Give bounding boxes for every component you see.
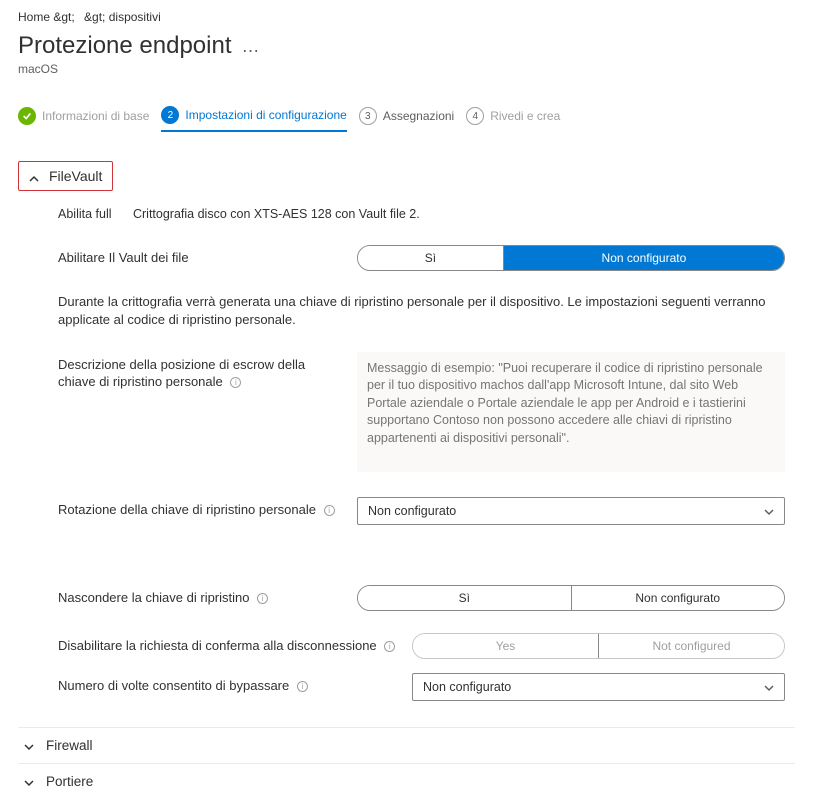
wizard-step-label: Assegnazioni: [383, 109, 454, 123]
disable-prompt-not-configured: Not configured: [598, 634, 784, 658]
section-title: FileVault: [49, 168, 102, 184]
wizard-steps: Informazioni di base 2 Impostazioni di c…: [18, 106, 795, 133]
wizard-step-label: Rivedi e crea: [490, 109, 560, 123]
section-toggle-firewall[interactable]: Firewall: [18, 727, 795, 763]
info-icon[interactable]: i: [324, 505, 335, 516]
step-number-icon: 2: [161, 106, 179, 124]
breadcrumb-devices[interactable]: &gt; dispositivi: [84, 10, 161, 24]
section-toggle-filevault[interactable]: FileVault: [18, 161, 113, 191]
check-icon: [18, 107, 36, 125]
chevron-down-icon: [764, 506, 774, 516]
breadcrumb-home[interactable]: Home &gt;: [18, 10, 75, 24]
bypass-dropdown[interactable]: Non configurato: [412, 673, 785, 701]
wizard-step-basics[interactable]: Informazioni di base: [18, 107, 149, 131]
page-subtitle: macOS: [18, 62, 795, 76]
bypass-label: Numero di volte consentito di bypassare …: [58, 673, 398, 695]
bypass-value: Non configurato: [423, 680, 511, 694]
enable-filevault-toggle[interactable]: Sì Non configurato: [357, 245, 785, 271]
rotation-dropdown[interactable]: Non configurato: [357, 497, 785, 525]
chevron-up-icon: [29, 171, 39, 181]
enable-filevault-yes[interactable]: Sì: [358, 246, 503, 270]
wizard-step-label: Impostazioni di configurazione: [185, 108, 346, 122]
breadcrumb: Home &gt; &gt; dispositivi: [18, 10, 795, 24]
chevron-down-icon: [24, 776, 34, 786]
encryption-note: Durante la crittografia verrà generata u…: [58, 293, 785, 329]
chevron-down-icon: [764, 682, 774, 692]
hide-key-toggle[interactable]: Sì Non configurato: [357, 585, 785, 611]
enable-filevault-not-configured[interactable]: Non configurato: [503, 246, 784, 270]
disable-prompt-toggle: Yes Not configured: [412, 633, 785, 659]
section-title: Portiere: [46, 774, 93, 789]
enable-full-label: Abilita full: [58, 207, 112, 221]
enable-full-desc: Crittografia disco con XTS-AES 128 con V…: [133, 207, 420, 221]
section-title: Firewall: [46, 738, 93, 753]
info-icon[interactable]: i: [230, 377, 241, 388]
wizard-step-assignments[interactable]: 3 Assegnazioni: [359, 107, 454, 131]
escrow-label: Descrizione della posizione di escrow de…: [58, 352, 343, 391]
hide-key-label: Nascondere la chiave di ripristino i: [58, 585, 343, 607]
enable-filevault-label: Abilitare Il Vault dei file: [58, 245, 343, 267]
info-icon[interactable]: i: [297, 681, 308, 692]
wizard-step-review[interactable]: 4 Rivedi e crea: [466, 107, 560, 131]
filevault-body: Abilita full Crittografia disco con XTS-…: [18, 191, 795, 701]
hide-key-yes[interactable]: Sì: [358, 586, 571, 610]
info-icon[interactable]: i: [384, 641, 395, 652]
chevron-down-icon: [24, 740, 34, 750]
rotation-value: Non configurato: [368, 504, 456, 518]
more-actions-button[interactable]: …: [242, 36, 260, 57]
disable-prompt-label: Disabilitare la richiesta di conferma al…: [58, 633, 398, 655]
escrow-description-input[interactable]: [357, 352, 785, 472]
info-icon[interactable]: i: [257, 593, 268, 604]
rotation-label: Rotazione della chiave di ripristino per…: [58, 497, 343, 519]
hide-key-not-configured[interactable]: Non configurato: [571, 586, 785, 610]
disable-prompt-yes: Yes: [413, 634, 598, 658]
wizard-step-configuration[interactable]: 2 Impostazioni di configurazione: [161, 106, 346, 132]
step-number-icon: 3: [359, 107, 377, 125]
step-number-icon: 4: [466, 107, 484, 125]
section-toggle-gatekeeper[interactable]: Portiere: [18, 763, 795, 799]
wizard-step-label: Informazioni di base: [42, 109, 149, 123]
page-title: Protezione endpoint: [18, 32, 232, 60]
